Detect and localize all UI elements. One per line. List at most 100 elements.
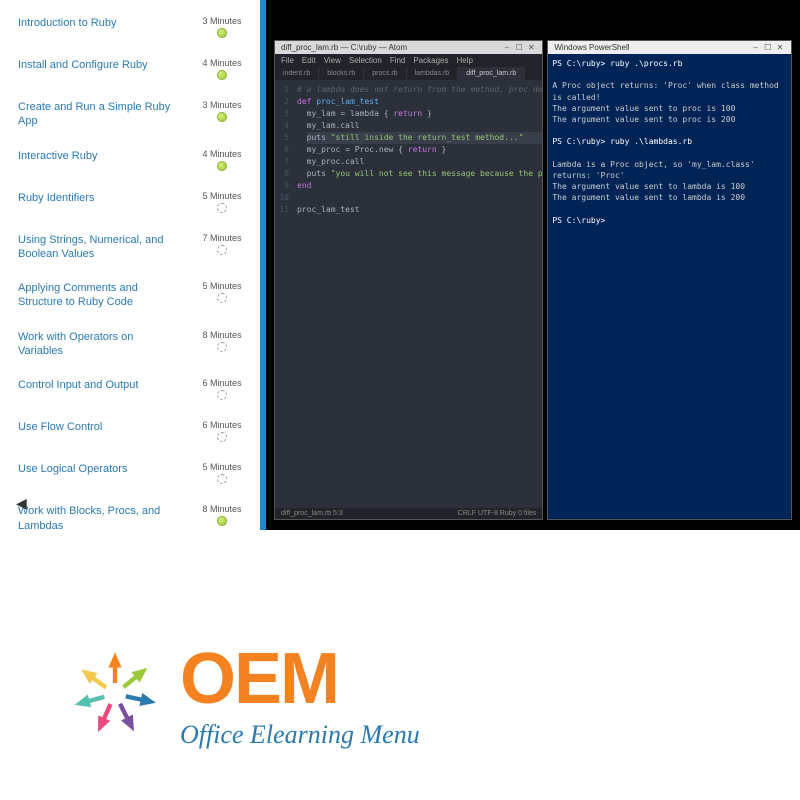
lesson-title[interactable]: Interactive Ruby [18, 149, 97, 163]
brand-logo: OEM Office Elearning Menu [60, 638, 420, 750]
terminal-window-title: Windows PowerShell [554, 43, 629, 52]
maximize-icon[interactable]: ☐ [514, 43, 524, 52]
lesson-duration: 3 Minutes [202, 100, 241, 110]
terminal-output[interactable]: PS C:\ruby> ruby .\procs.rb A Proc objec… [548, 54, 791, 519]
lesson-title[interactable]: Introduction to Ruby [18, 16, 116, 30]
lesson-title[interactable]: Work with Blocks, Procs, and Lambdas [18, 504, 178, 530]
terminal-window-controls: – ☐ ✕ [751, 43, 785, 52]
status-complete-icon [217, 112, 227, 122]
editor-body[interactable]: 1234567891011 # a lambda does not return… [275, 80, 542, 508]
lesson-title[interactable]: Control Input and Output [18, 378, 138, 392]
logo-title: OEM [180, 638, 420, 720]
lesson-duration: 5 Minutes [202, 462, 241, 472]
status-loading-icon [217, 293, 227, 303]
lesson-item[interactable]: Create and Run a Simple Ruby App 3 Minute… [8, 94, 252, 143]
editor-tab[interactable]: diff_proc_lam.rb [458, 67, 525, 80]
status-loading-icon [217, 432, 227, 442]
editor-window-title: diff_proc_lam.rb — C:\ruby — Atom [281, 43, 407, 52]
lesson-duration: 5 Minutes [202, 191, 241, 201]
lesson-duration: 7 Minutes [202, 233, 241, 243]
lesson-meta: 8 Minutes [192, 330, 252, 352]
lesson-title[interactable]: Applying Comments and Structure to Ruby … [18, 281, 178, 310]
lesson-duration: 4 Minutes [202, 58, 241, 68]
logo-subtitle: Office Elearning Menu [180, 720, 420, 750]
terminal-window: Windows PowerShell – ☐ ✕ PS C:\ruby> rub… [547, 40, 792, 520]
lesson-meta: 5 Minutes [192, 281, 252, 303]
lesson-meta: 4 Minutes [192, 58, 252, 80]
lesson-title[interactable]: Ruby Identifiers [18, 191, 94, 205]
lesson-meta: 7 Minutes [192, 233, 252, 255]
status-right: CRLF UTF-8 Ruby 0 files [458, 510, 537, 517]
line-number-gutter: 1234567891011 [275, 80, 293, 508]
lesson-duration: 3 Minutes [202, 16, 241, 26]
menu-item[interactable]: File [281, 56, 294, 65]
lesson-duration: 8 Minutes [202, 504, 241, 514]
lesson-meta: 6 Minutes [192, 420, 252, 442]
lesson-meta: 4 Minutes [192, 149, 252, 171]
lesson-sidebar: Introduction to Ruby 3 Minutes Install and… [0, 0, 260, 530]
lesson-item[interactable]: Using Strings, Numerical, and Boolean Va… [8, 227, 252, 276]
lesson-meta: 3 Minutes [192, 16, 252, 38]
code-content[interactable]: # a lambda does not return from the meth… [293, 80, 542, 508]
status-loading-icon [217, 474, 227, 484]
menu-item[interactable]: Find [390, 56, 406, 65]
status-complete-icon [217, 70, 227, 80]
close-icon[interactable]: ✕ [526, 43, 536, 52]
lesson-item[interactable]: Install and Configure Ruby 4 Minutes [8, 52, 252, 94]
lesson-item[interactable]: Ruby Identifiers 5 Minutes [8, 185, 252, 227]
lesson-meta: 5 Minutes [192, 462, 252, 484]
lesson-title[interactable]: Use Flow Control [18, 420, 102, 434]
lesson-title[interactable]: Using Strings, Numerical, and Boolean Va… [18, 233, 178, 262]
lesson-title[interactable]: Create and Run a Simple Ruby App [18, 100, 178, 129]
editor-tab-bar: indent.rbblocks.rbprocs.rblambdas.rbdiff… [275, 67, 542, 80]
lesson-meta: 8 Minutes [192, 504, 252, 526]
lesson-title[interactable]: Install and Configure Ruby [18, 58, 148, 72]
lesson-item[interactable]: Applying Comments and Structure to Ruby … [8, 275, 252, 324]
status-left: diff_proc_lam.rb 5:3 [281, 510, 343, 517]
video-screenshot-area: diff_proc_lam.rb — C:\ruby — Atom – ☐ ✕ … [266, 0, 800, 530]
lesson-duration: 8 Minutes [202, 330, 241, 340]
status-loading-icon [217, 245, 227, 255]
lesson-item[interactable]: Interactive Ruby 4 Minutes [8, 143, 252, 185]
status-complete-icon [217, 161, 227, 171]
minimize-icon[interactable]: – [502, 43, 512, 52]
lesson-item[interactable]: Work with Blocks, Procs, and Lambdas 8 Mi… [8, 498, 252, 530]
close-icon[interactable]: ✕ [775, 43, 785, 52]
menu-item[interactable]: Help [457, 56, 473, 65]
status-loading-icon [217, 203, 227, 213]
lesson-item[interactable]: Work with Operators on Variables 8 Minute… [8, 324, 252, 373]
arrows-circle-icon [60, 639, 170, 749]
lesson-meta: 5 Minutes [192, 191, 252, 213]
lesson-meta: 3 Minutes [192, 100, 252, 122]
lesson-item[interactable]: Use Flow Control 6 Minutes [8, 414, 252, 456]
lesson-meta: 6 Minutes [192, 378, 252, 400]
status-loading-icon [217, 390, 227, 400]
lesson-item[interactable]: Control Input and Output 6 Minutes [8, 372, 252, 414]
menu-item[interactable]: Selection [349, 56, 382, 65]
menu-item[interactable]: View [324, 56, 341, 65]
status-loading-icon [217, 342, 227, 352]
lesson-duration: 4 Minutes [202, 149, 241, 159]
lesson-title[interactable]: Use Logical Operators [18, 462, 127, 476]
code-editor-window: diff_proc_lam.rb — C:\ruby — Atom – ☐ ✕ … [274, 40, 543, 520]
editor-tab[interactable]: indent.rb [275, 67, 319, 80]
minimize-icon[interactable]: – [751, 43, 761, 52]
current-lesson-pointer-icon: ◀ [16, 495, 27, 512]
editor-titlebar: diff_proc_lam.rb — C:\ruby — Atom – ☐ ✕ [275, 41, 542, 54]
editor-tab[interactable]: lambdas.rb [407, 67, 459, 80]
lesson-duration: 6 Minutes [202, 378, 241, 388]
editor-menu-bar: File Edit View Selection Find Packages Help [275, 54, 542, 67]
editor-status-bar: diff_proc_lam.rb 5:3 CRLF UTF-8 Ruby 0 f… [275, 508, 542, 519]
maximize-icon[interactable]: ☐ [763, 43, 773, 52]
editor-tab[interactable]: blocks.rb [319, 67, 364, 80]
editor-window-controls: – ☐ ✕ [502, 43, 536, 52]
menu-item[interactable]: Packages [413, 56, 448, 65]
lesson-item[interactable]: Introduction to Ruby 3 Minutes [8, 10, 252, 52]
menu-item[interactable]: Edit [302, 56, 316, 65]
status-complete-icon [217, 516, 227, 526]
lesson-duration: 5 Minutes [202, 281, 241, 291]
lesson-title[interactable]: Work with Operators on Variables [18, 330, 178, 359]
status-complete-icon [217, 28, 227, 38]
lesson-item[interactable]: Use Logical Operators 5 Minutes [8, 456, 252, 498]
editor-tab[interactable]: procs.rb [364, 67, 406, 80]
